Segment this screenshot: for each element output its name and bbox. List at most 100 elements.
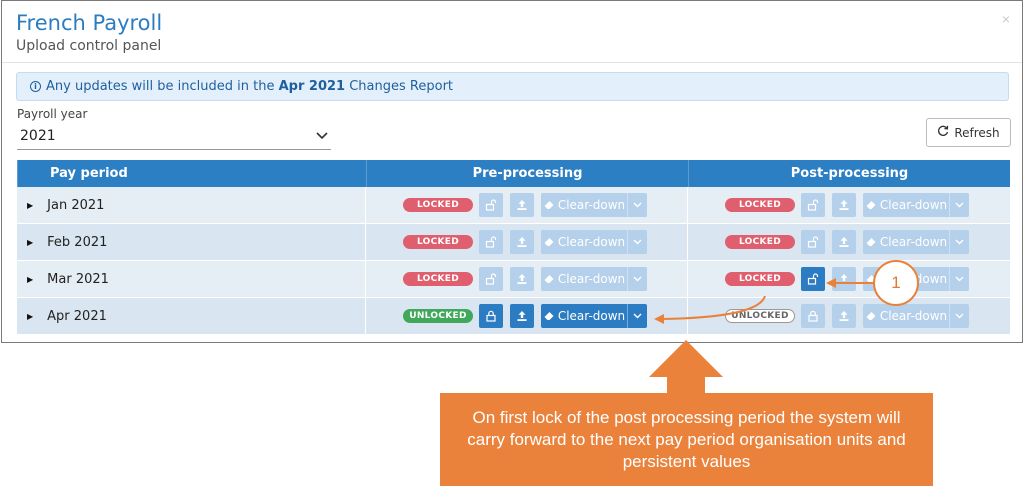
eraser-icon <box>544 312 554 320</box>
chevron-down-icon <box>955 202 964 208</box>
table-row: ▶ Feb 2021 LOCKED Clear-down LOCKED Clea… <box>17 224 1010 261</box>
pre-processing-cell: UNLOCKED Clear-down <box>366 298 688 334</box>
expand-caret-icon[interactable]: ▶ <box>27 201 33 210</box>
upload-button[interactable] <box>832 193 856 217</box>
lock-icon <box>808 310 818 322</box>
cleardown-button[interactable]: Clear-down <box>863 193 949 217</box>
upload-icon <box>839 311 849 321</box>
header-pre-processing: Pre-processing <box>366 160 688 187</box>
cleardown-label: Clear-down <box>879 198 948 212</box>
post-processing-cell: UNLOCKED Clear-down <box>688 298 1010 334</box>
expand-caret-icon[interactable]: ▶ <box>27 238 33 247</box>
upload-icon <box>517 237 527 247</box>
unlock-button[interactable] <box>479 230 503 254</box>
upload-control-panel-modal: French Payroll Upload control panel × i … <box>1 0 1023 343</box>
banner-prefix: Any updates will be included in the <box>46 79 275 94</box>
cleardown-button[interactable]: Clear-down <box>541 304 627 328</box>
chevron-down-icon <box>955 276 964 282</box>
status-badge: LOCKED <box>725 272 795 286</box>
cleardown-dropdown-button[interactable] <box>949 304 969 328</box>
chevron-down-icon <box>955 239 964 245</box>
upload-button[interactable] <box>832 230 856 254</box>
modal-title: French Payroll <box>16 11 163 35</box>
eraser-icon <box>866 312 876 320</box>
cleardown-dropdown-button[interactable] <box>627 193 647 217</box>
banner-period: Apr 2021 <box>278 79 346 94</box>
status-badge: UNLOCKED <box>725 309 795 323</box>
pre-processing-cell: LOCKED Clear-down <box>366 261 688 297</box>
refresh-label: Refresh <box>954 125 1000 140</box>
cleardown-button[interactable]: Clear-down <box>863 230 949 254</box>
cleardown-dropdown-button[interactable] <box>949 193 969 217</box>
pay-period-table: Pay period Pre-processing Post-processin… <box>17 160 1010 335</box>
upload-button[interactable] <box>510 193 534 217</box>
period-cell: ▶ Jan 2021 <box>17 187 366 223</box>
lock-button[interactable] <box>801 304 825 328</box>
info-icon: i <box>30 81 41 92</box>
up-arrow-shape <box>649 340 723 393</box>
eraser-icon <box>866 201 876 209</box>
status-badge: LOCKED <box>403 198 473 212</box>
cleardown-split-button[interactable]: Clear-down <box>541 193 647 217</box>
unlock-button[interactable] <box>801 267 825 291</box>
cleardown-label: Clear-down <box>557 198 626 212</box>
table-row: ▶ Apr 2021 UNLOCKED Clear-down UNLOCKED … <box>17 298 1010 335</box>
upload-button[interactable] <box>510 304 534 328</box>
cleardown-button[interactable]: Clear-down <box>541 230 627 254</box>
payroll-year-label: Payroll year <box>17 107 88 121</box>
modal-subtitle: Upload control panel <box>16 38 162 54</box>
period-cell: ▶ Feb 2021 <box>17 224 366 260</box>
chevron-down-icon <box>633 276 642 282</box>
upload-icon <box>839 274 849 284</box>
post-processing-cell: LOCKED Clear-down <box>688 187 1010 223</box>
chevron-down-icon <box>316 129 328 143</box>
expand-caret-icon[interactable]: ▶ <box>27 312 33 321</box>
cleardown-button[interactable]: Clear-down <box>541 267 627 291</box>
cleardown-dropdown-button[interactable] <box>949 267 969 291</box>
cleardown-label: Clear-down <box>879 235 948 249</box>
upload-button[interactable] <box>832 267 856 291</box>
status-badge: LOCKED <box>725 235 795 249</box>
cleardown-split-button[interactable]: Clear-down <box>541 267 647 291</box>
period-label: Feb 2021 <box>47 234 108 250</box>
unlock-button[interactable] <box>801 230 825 254</box>
unlock-button[interactable] <box>479 267 503 291</box>
lock-button[interactable] <box>479 304 503 328</box>
chevron-down-icon <box>633 313 642 319</box>
chevron-down-icon <box>955 313 964 319</box>
pre-processing-cell: LOCKED Clear-down <box>366 187 688 223</box>
expand-caret-icon[interactable]: ▶ <box>27 275 33 284</box>
cleardown-dropdown-button[interactable] <box>627 267 647 291</box>
eraser-icon <box>544 238 554 246</box>
cleardown-split-button[interactable]: Clear-down <box>863 230 969 254</box>
cleardown-label: Clear-down <box>557 235 626 249</box>
period-label: Apr 2021 <box>47 308 107 324</box>
cleardown-split-button[interactable]: Clear-down <box>541 304 647 328</box>
unlock-button[interactable] <box>479 193 503 217</box>
close-icon[interactable]: × <box>1002 11 1010 27</box>
refresh-button[interactable]: Refresh <box>926 118 1011 147</box>
upload-icon <box>517 274 527 284</box>
upload-button[interactable] <box>832 304 856 328</box>
payroll-year-value: 2021 <box>20 128 56 144</box>
unlock-button[interactable] <box>801 193 825 217</box>
banner-suffix: Changes Report <box>349 79 454 94</box>
cleardown-dropdown-button[interactable] <box>949 230 969 254</box>
upload-button[interactable] <box>510 267 534 291</box>
cleardown-split-button[interactable]: Clear-down <box>863 304 969 328</box>
upload-icon <box>517 200 527 210</box>
cleardown-dropdown-button[interactable] <box>627 304 647 328</box>
cleardown-split-button[interactable]: Clear-down <box>541 230 647 254</box>
period-cell: ▶ Apr 2021 <box>17 298 366 334</box>
status-badge: LOCKED <box>725 198 795 212</box>
cleardown-dropdown-button[interactable] <box>627 230 647 254</box>
period-label: Mar 2021 <box>47 271 109 287</box>
cleardown-button[interactable]: Clear-down <box>541 193 627 217</box>
pre-processing-cell: LOCKED Clear-down <box>366 224 688 260</box>
payroll-year-select[interactable]: 2021 <box>17 123 331 150</box>
cleardown-label: Clear-down <box>557 272 626 286</box>
upload-button[interactable] <box>510 230 534 254</box>
cleardown-split-button[interactable]: Clear-down <box>863 193 969 217</box>
cleardown-button[interactable]: Clear-down <box>863 304 949 328</box>
eraser-icon <box>544 275 554 283</box>
